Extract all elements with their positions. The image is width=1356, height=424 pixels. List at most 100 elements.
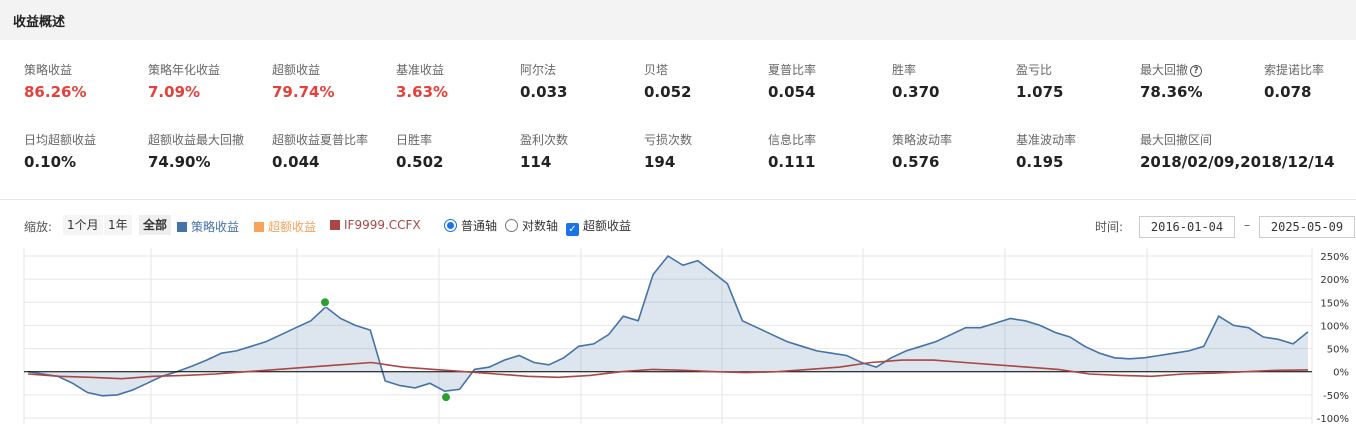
metric-cell: 超额收益最大回撤 74.90% (148, 131, 272, 171)
legend-benchmark-swatch (330, 220, 340, 230)
metric-label: 盈利次数 (520, 131, 644, 148)
metric-label-text: 最大回撤 (1140, 63, 1189, 77)
metric-label-text: 夏普比率 (768, 63, 817, 77)
legend-excess[interactable]: 超额收益 (254, 218, 316, 235)
metric-cell: 日胜率 0.502 (396, 131, 520, 171)
time-label: 时间: (1095, 220, 1124, 234)
drawdown-marker (320, 297, 330, 308)
metric-value: 194 (644, 153, 676, 171)
metric-value: 0.195 (1016, 153, 1064, 171)
y-tick-label: -100% (1317, 414, 1349, 424)
y-tick-label: 100% (1320, 321, 1349, 332)
metric-label-text: 策略收益 (24, 63, 73, 77)
legend-strategy-swatch (177, 222, 187, 232)
metric-label: 策略波动率 (892, 131, 1016, 148)
linear-axis-option[interactable]: 普通轴 (444, 217, 497, 234)
radio-unchecked-icon (505, 219, 518, 232)
date-from-input[interactable]: 2016-01-04 (1139, 216, 1235, 238)
metric-label-text: 超额收益夏普比率 (272, 133, 369, 147)
metric-label-text: 超额收益最大回撤 (148, 133, 245, 147)
metric-cell: 基准收益 3.63% (396, 61, 520, 101)
metric-cell: 亏损次数 194 (644, 131, 768, 171)
metric-label-text: 日均超额收益 (24, 133, 97, 147)
metric-cell: 基准波动率 0.195 (1016, 131, 1140, 171)
metric-label-text: 日胜率 (396, 133, 433, 147)
radio-checked-icon (444, 219, 457, 232)
metric-label: 夏普比率 (768, 61, 892, 78)
metric-label: 策略收益 (24, 61, 148, 78)
metric-value: 0.10% (24, 153, 77, 171)
metric-cell: 最大回撤? 78.36% (1140, 61, 1264, 101)
metric-value: 0.370 (892, 83, 940, 101)
metric-label-text: 超额收益 (272, 63, 321, 77)
legend-strategy[interactable]: 策略收益 (177, 218, 239, 235)
metric-label-text: 亏损次数 (644, 133, 693, 147)
excess-toggle-label: 超额收益 (583, 219, 632, 233)
legend-benchmark[interactable]: IF9999.CCFX (330, 218, 421, 232)
metric-label: 日胜率 (396, 131, 520, 148)
summary-title: 收益概述 (13, 15, 66, 30)
metric-value: 0.111 (768, 153, 816, 171)
metric-value: 79.74% (272, 83, 335, 101)
summary-header: 收益概述 (0, 0, 1356, 40)
metric-label-text: 索提诺比率 (1264, 63, 1325, 77)
metric-label: 亏损次数 (644, 131, 768, 148)
legend-benchmark-label: IF9999.CCFX (344, 218, 421, 232)
help-icon[interactable]: ? (1190, 65, 1203, 77)
metric-cell: 信息比率 0.111 (768, 131, 892, 171)
drawdown-marker (441, 392, 451, 403)
metric-cell: 阿尔法 0.033 (520, 61, 644, 101)
date-to-input[interactable]: 2025-05-09 (1259, 216, 1355, 238)
zoom-1y-button[interactable]: 1年 (104, 215, 132, 235)
metric-value: 0.054 (768, 83, 816, 101)
legend-strategy-label: 策略收益 (191, 220, 240, 234)
metric-cell: 超额收益夏普比率 0.044 (272, 131, 396, 171)
metric-label: 最大回撤? (1140, 61, 1264, 78)
y-tick-label: 0% (1333, 368, 1349, 379)
excess-toggle[interactable]: ✓ 超额收益 (566, 217, 631, 236)
metric-cell: 盈亏比 1.075 (1016, 61, 1140, 101)
metric-label: 超额收益 (272, 61, 396, 78)
y-tick-label: -50% (1323, 391, 1349, 402)
metric-value: 86.26% (24, 83, 87, 101)
metric-label: 基准收益 (396, 61, 520, 78)
linear-axis-label: 普通轴 (461, 219, 498, 233)
metric-value: 114 (520, 153, 552, 171)
metric-label-text: 策略年化收益 (148, 63, 221, 77)
metric-value: 2018/02/09,2018/12/14 (1140, 153, 1335, 171)
metric-label-text: 基准收益 (396, 63, 445, 77)
metric-label-text: 盈利次数 (520, 133, 569, 147)
metric-cell: 索提诺比率 0.078 (1264, 61, 1356, 101)
metric-cell: 日均超额收益 0.10% (24, 131, 148, 171)
metric-value: 74.90% (148, 153, 211, 171)
metric-cell: 策略波动率 0.576 (892, 131, 1016, 171)
y-tick-label: 150% (1320, 298, 1349, 309)
zoom-label: 缩放: (24, 220, 53, 234)
y-tick-label: 250% (1320, 252, 1349, 263)
y-tick-label: 200% (1320, 275, 1349, 286)
checkbox-checked-icon: ✓ (566, 223, 579, 236)
returns-chart: 250% 200% 150% 100% 50% 0% -50% -100% (23, 248, 1349, 424)
date-separator: – (1244, 218, 1250, 232)
zoom-1m-button[interactable]: 1个月 (63, 215, 103, 235)
metric-value: 3.63% (396, 83, 449, 101)
metric-cell: 胜率 0.370 (892, 61, 1016, 101)
metric-cell: 策略年化收益 7.09% (148, 61, 272, 101)
log-axis-option[interactable]: 对数轴 (505, 217, 558, 234)
metric-label: 盈亏比 (1016, 61, 1140, 78)
metric-label: 超额收益夏普比率 (272, 131, 396, 148)
metric-label-text: 盈亏比 (1016, 63, 1053, 77)
metric-cell: 超额收益 79.74% (272, 61, 396, 101)
metric-value: 1.075 (1016, 83, 1064, 101)
metric-value: 0.052 (644, 83, 692, 101)
metric-label: 索提诺比率 (1264, 61, 1356, 78)
metric-label: 信息比率 (768, 131, 892, 148)
metric-label: 超额收益最大回撤 (148, 131, 272, 148)
metric-label: 贝塔 (644, 61, 768, 78)
metric-label: 日均超额收益 (24, 131, 148, 148)
metric-label: 基准波动率 (1016, 131, 1140, 148)
metric-label: 阿尔法 (520, 61, 644, 78)
section-divider (0, 199, 1356, 200)
zoom-all-button[interactable]: 全部 (139, 215, 172, 235)
chart-toolbar: 缩放: 1个月 1年 全部 策略收益 超额收益 IF9999.CCFX 普通轴 … (0, 212, 1356, 240)
